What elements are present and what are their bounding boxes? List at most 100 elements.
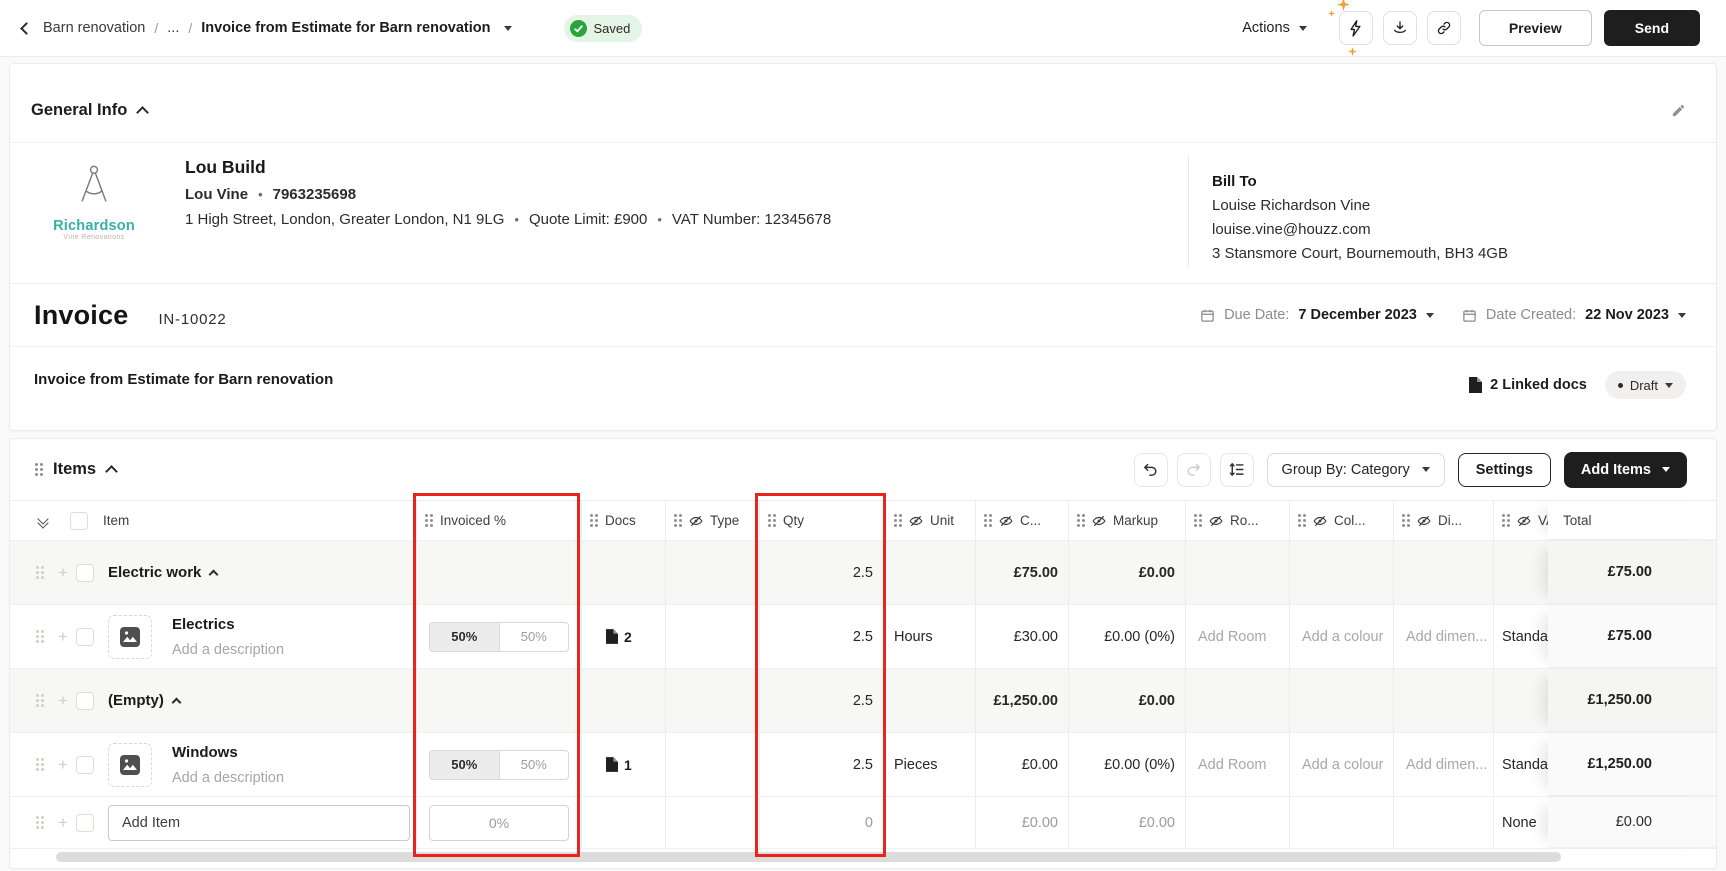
drag-handle-icon[interactable] bbox=[425, 514, 433, 527]
send-button[interactable]: Send bbox=[1603, 10, 1700, 46]
column-header-invoiced[interactable]: Invoiced % bbox=[417, 501, 582, 540]
back-icon[interactable] bbox=[20, 21, 33, 35]
dimensions-cell[interactable] bbox=[1394, 797, 1494, 848]
type-cell[interactable] bbox=[666, 605, 760, 668]
item-name[interactable]: Electrics bbox=[172, 616, 284, 633]
download-button[interactable] bbox=[1382, 11, 1417, 45]
column-header-colour[interactable]: Col... bbox=[1290, 501, 1394, 540]
drag-handle-icon[interactable] bbox=[768, 514, 776, 527]
chevron-down-icon[interactable] bbox=[503, 25, 512, 31]
room-cell[interactable] bbox=[1186, 797, 1290, 848]
drag-handle-icon[interactable] bbox=[1194, 514, 1202, 527]
dimensions-cell[interactable]: Add dimen... bbox=[1394, 733, 1494, 796]
select-all-checkbox[interactable] bbox=[70, 511, 88, 530]
docs-cell[interactable]: 1 bbox=[582, 733, 666, 796]
due-date-dropdown[interactable]: Due Date: 7 December 2023 bbox=[1200, 307, 1434, 323]
room-cell[interactable]: Add Room bbox=[1186, 733, 1290, 796]
row-checkbox[interactable] bbox=[76, 813, 94, 832]
drag-handle-icon[interactable] bbox=[36, 566, 44, 579]
dimensions-cell[interactable]: Add dimen... bbox=[1394, 605, 1494, 668]
column-header-docs[interactable]: Docs bbox=[582, 501, 666, 540]
type-cell[interactable] bbox=[666, 733, 760, 796]
copy-link-button[interactable] bbox=[1426, 11, 1461, 45]
item-image-placeholder[interactable] bbox=[108, 742, 152, 787]
drag-handle-icon[interactable] bbox=[894, 514, 902, 527]
drag-handle-icon[interactable] bbox=[674, 514, 682, 527]
drag-handle-icon[interactable] bbox=[1502, 514, 1510, 527]
drag-handle-icon[interactable] bbox=[35, 463, 43, 476]
drag-handle-icon[interactable] bbox=[984, 514, 992, 527]
items-title-row[interactable]: Items bbox=[53, 460, 118, 479]
undo-button[interactable] bbox=[1133, 452, 1168, 487]
drag-handle-icon[interactable] bbox=[36, 694, 44, 707]
invoiced-percent-toggle[interactable]: 50% 50% bbox=[429, 749, 569, 780]
row-checkbox[interactable] bbox=[76, 563, 94, 582]
docs-cell[interactable]: 2 bbox=[582, 605, 666, 668]
colour-cell[interactable] bbox=[1290, 797, 1394, 848]
settings-button[interactable]: Settings bbox=[1457, 452, 1551, 487]
item-description-placeholder[interactable]: Add a description bbox=[172, 642, 284, 658]
chevron-up-icon[interactable] bbox=[105, 465, 118, 478]
quick-actions-button[interactable] bbox=[1327, 0, 1373, 56]
row-checkbox[interactable] bbox=[76, 755, 94, 774]
item-image-placeholder[interactable] bbox=[108, 614, 152, 659]
drag-handle-icon[interactable] bbox=[36, 758, 44, 771]
markup-cell[interactable]: £0.00 (0%) bbox=[1069, 733, 1186, 796]
status-badge[interactable]: Draft bbox=[1604, 371, 1686, 399]
category-name[interactable]: (Empty) bbox=[108, 692, 164, 709]
collapse-category-icon[interactable] bbox=[208, 569, 219, 580]
room-cell[interactable]: Add Room bbox=[1186, 605, 1290, 668]
cost-cell[interactable]: £30.00 bbox=[976, 605, 1069, 668]
unit-cell[interactable]: Pieces bbox=[886, 733, 976, 796]
category-name[interactable]: Electric work bbox=[108, 564, 201, 581]
row-height-button[interactable] bbox=[1219, 452, 1254, 487]
redo-button[interactable] bbox=[1176, 452, 1211, 487]
colour-cell[interactable]: Add a colour bbox=[1290, 733, 1394, 796]
chevron-up-icon[interactable] bbox=[136, 105, 150, 119]
item-name[interactable]: Windows bbox=[172, 744, 284, 761]
breadcrumb-ellipsis[interactable]: ... bbox=[167, 20, 179, 36]
drag-handle-icon[interactable] bbox=[590, 514, 598, 527]
column-header-markup[interactable]: Markup bbox=[1069, 501, 1186, 540]
drag-handle-icon[interactable] bbox=[1077, 514, 1085, 527]
type-cell[interactable] bbox=[666, 797, 760, 848]
column-header-total[interactable]: Total bbox=[1548, 501, 1716, 540]
colour-cell[interactable]: Add a colour bbox=[1290, 605, 1394, 668]
column-header-dimensions[interactable]: Di... bbox=[1394, 501, 1494, 540]
add-row-icon[interactable] bbox=[55, 627, 71, 647]
cost-cell[interactable]: £0.00 bbox=[976, 797, 1069, 848]
collapse-all-icon[interactable] bbox=[36, 512, 50, 529]
linked-docs-button[interactable]: 2 Linked docs bbox=[1469, 377, 1587, 393]
add-row-icon[interactable] bbox=[55, 755, 71, 775]
invoiced-done[interactable]: 50% bbox=[430, 622, 500, 651]
date-created-dropdown[interactable]: Date Created: 22 Nov 2023 bbox=[1462, 307, 1686, 323]
item-description-placeholder[interactable]: Add a description bbox=[172, 770, 284, 786]
column-header-qty[interactable]: Qty bbox=[760, 501, 886, 540]
column-header-item[interactable]: Item bbox=[10, 501, 417, 540]
edit-pencil-icon[interactable] bbox=[1671, 103, 1686, 118]
column-header-room[interactable]: Ro... bbox=[1186, 501, 1290, 540]
column-header-cost[interactable]: C... bbox=[976, 501, 1069, 540]
add-row-icon[interactable] bbox=[55, 691, 71, 711]
add-items-button[interactable]: Add Items bbox=[1563, 451, 1687, 488]
qty-cell[interactable]: 0 bbox=[760, 797, 886, 848]
row-checkbox[interactable] bbox=[76, 691, 94, 710]
row-checkbox[interactable] bbox=[76, 627, 94, 646]
column-header-type[interactable]: Type bbox=[666, 501, 760, 540]
breadcrumb-current[interactable]: Invoice from Estimate for Barn renovatio… bbox=[201, 20, 490, 36]
invoiced-done[interactable]: 50% bbox=[430, 750, 500, 779]
drag-handle-icon[interactable] bbox=[36, 630, 44, 643]
invoiced-percent-input[interactable]: 0% bbox=[429, 804, 569, 841]
qty-cell[interactable]: 2.5 bbox=[760, 605, 886, 668]
cost-cell[interactable]: £0.00 bbox=[976, 733, 1069, 796]
drag-handle-icon[interactable] bbox=[1298, 514, 1306, 527]
general-info-title-row[interactable]: General Info bbox=[31, 101, 150, 120]
unit-cell[interactable]: Hours bbox=[886, 605, 976, 668]
markup-cell[interactable]: £0.00 bbox=[1069, 797, 1186, 848]
invoiced-remaining[interactable]: 50% bbox=[500, 623, 569, 651]
drag-handle-icon[interactable] bbox=[1402, 514, 1410, 527]
column-header-unit[interactable]: Unit bbox=[886, 501, 976, 540]
collapse-category-icon[interactable] bbox=[171, 697, 182, 708]
add-item-input[interactable]: Add Item bbox=[108, 804, 410, 841]
markup-cell[interactable]: £0.00 (0%) bbox=[1069, 605, 1186, 668]
